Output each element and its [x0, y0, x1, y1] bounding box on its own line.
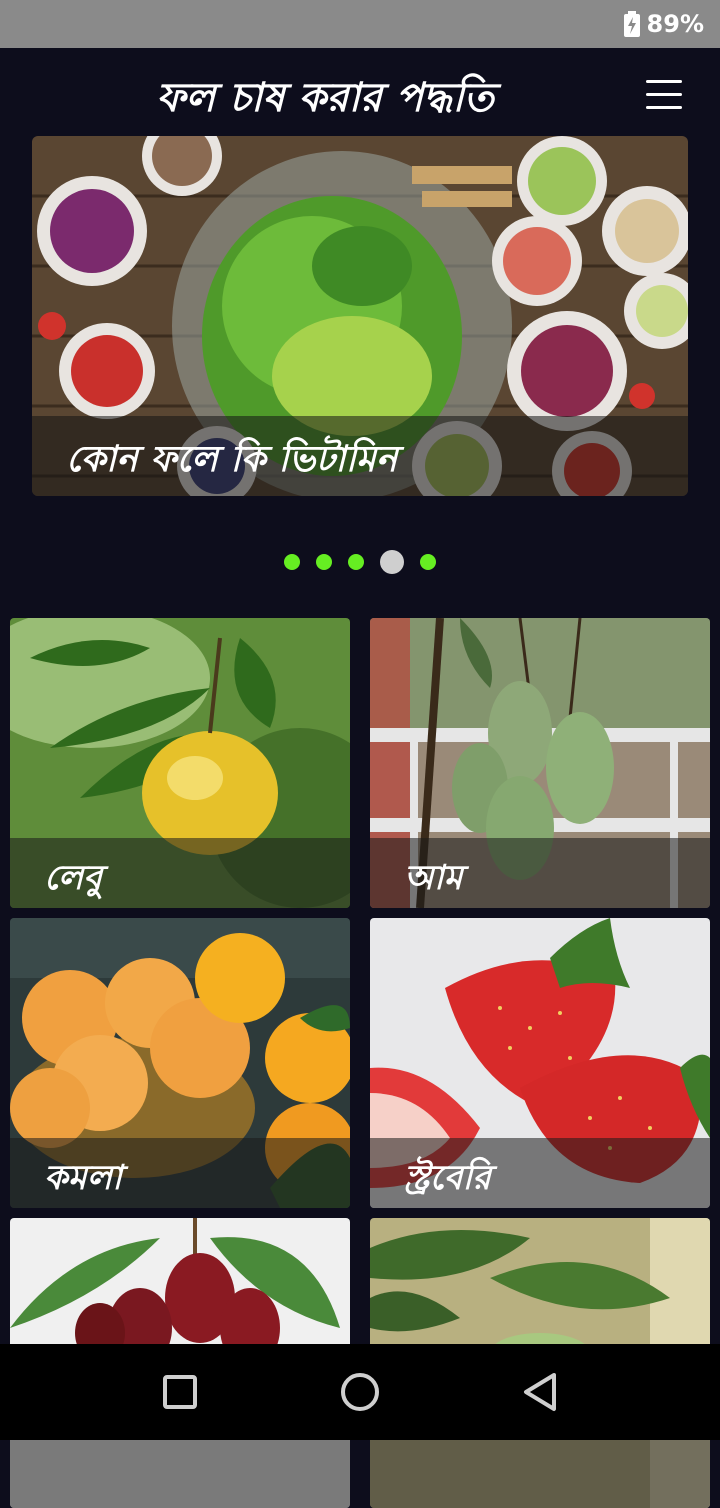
fruit-card-label-bar: লেবু	[10, 838, 350, 908]
fruit-card-label-bar: কমলা	[10, 1138, 350, 1208]
status-bar: 89%	[0, 0, 720, 48]
fruit-card-lemon[interactable]: লেবু	[10, 618, 350, 908]
carousel-banner[interactable]: কোন ফলে কি ভিটামিন	[32, 136, 688, 496]
system-nav-bar	[0, 1344, 720, 1440]
back-icon	[524, 1373, 556, 1411]
carousel-dot[interactable]	[348, 554, 364, 570]
recent-apps-icon	[163, 1375, 197, 1409]
fruit-card-label-bar: আম	[370, 838, 710, 908]
battery-percent: 89%	[646, 10, 704, 38]
fruit-card-label-bar	[370, 1438, 710, 1508]
fruit-card-label-bar	[10, 1438, 350, 1508]
fruit-card-strawberry[interactable]: স্ট্রবেরি	[370, 918, 710, 1208]
back-button[interactable]	[518, 1370, 562, 1414]
fruit-name: লেবু	[44, 858, 103, 898]
battery-charging-icon	[623, 11, 640, 37]
carousel-dot[interactable]	[420, 554, 436, 570]
fruit-name: স্ট্রবেরি	[404, 1158, 491, 1198]
fruit-name: আম	[404, 858, 463, 898]
carousel-dot-active[interactable]	[380, 550, 404, 574]
recent-apps-button[interactable]	[158, 1370, 202, 1414]
fruit-card-label-bar: স্ট্রবেরি	[370, 1138, 710, 1208]
fruit-card-orange[interactable]: কমলা	[10, 918, 350, 1208]
page-title: ফল চাষ করার পদ্ধতি	[156, 74, 494, 121]
fruit-name: কমলা	[44, 1158, 122, 1198]
carousel-dot[interactable]	[316, 554, 332, 570]
carousel-caption: কোন ফলে কি ভিটামিন	[66, 438, 398, 480]
carousel-dot[interactable]	[284, 554, 300, 570]
app-bar: ফল চাষ করার পদ্ধতি	[0, 48, 720, 140]
menu-button[interactable]	[646, 76, 686, 114]
carousel-indicator	[0, 550, 720, 574]
fruit-card-mango[interactable]: আম	[370, 618, 710, 908]
home-button[interactable]	[338, 1370, 382, 1414]
battery-indicator: 89%	[623, 10, 704, 38]
home-icon	[341, 1373, 379, 1411]
carousel-caption-bar: কোন ফলে কি ভিটামিন	[32, 416, 688, 496]
